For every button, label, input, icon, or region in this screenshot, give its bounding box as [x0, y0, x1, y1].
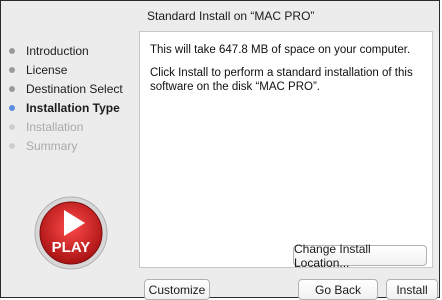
sidebar-item-label: Introduction — [26, 43, 89, 58]
content-panel: This will take 647.8 MB of space on your… — [139, 31, 433, 270]
change-install-location-button[interactable]: Change Install Location... — [293, 242, 427, 270]
step-bullet-icon — [9, 85, 15, 92]
sidebar-item-license: License — [1, 60, 141, 79]
go-back-button[interactable]: Go Back — [298, 279, 378, 300]
play-logo: PLAY — [34, 196, 108, 270]
install-button[interactable]: Install — [386, 279, 438, 300]
step-bullet-icon — [9, 47, 15, 54]
sidebar-item-installation-type: Installation Type — [1, 98, 141, 117]
sidebar-item-label: License — [26, 62, 68, 77]
step-bullet-icon — [9, 123, 15, 130]
sidebar-item-destination-select: Destination Select — [1, 79, 141, 98]
steps-sidebar: Introduction License Destination Select … — [1, 41, 141, 155]
sidebar-item-label: Summary — [26, 138, 78, 153]
step-bullet-icon — [9, 104, 15, 111]
step-title: Standard Install on “MAC PRO” — [147, 9, 315, 23]
sidebar-item-label: Installation — [26, 119, 84, 134]
step-bullet-icon — [9, 142, 15, 149]
step-bullet-icon — [9, 66, 15, 73]
space-required-text: This will take 647.8 MB of space on your… — [150, 44, 411, 56]
play-logo-text: PLAY — [52, 239, 91, 256]
customize-button[interactable]: Customize — [144, 279, 210, 300]
sidebar-item-installation: Installation — [1, 117, 141, 136]
sidebar-item-summary: Summary — [1, 136, 141, 155]
sidebar-item-introduction: Introduction — [1, 41, 141, 60]
installer-window: Standard Install on “MAC PRO” Introducti… — [0, 0, 440, 300]
install-instruction-text: Click Install to perform a standard inst… — [150, 67, 413, 93]
sidebar-item-label: Destination Select — [26, 81, 123, 96]
sidebar-item-label: Installation Type — [26, 100, 120, 115]
